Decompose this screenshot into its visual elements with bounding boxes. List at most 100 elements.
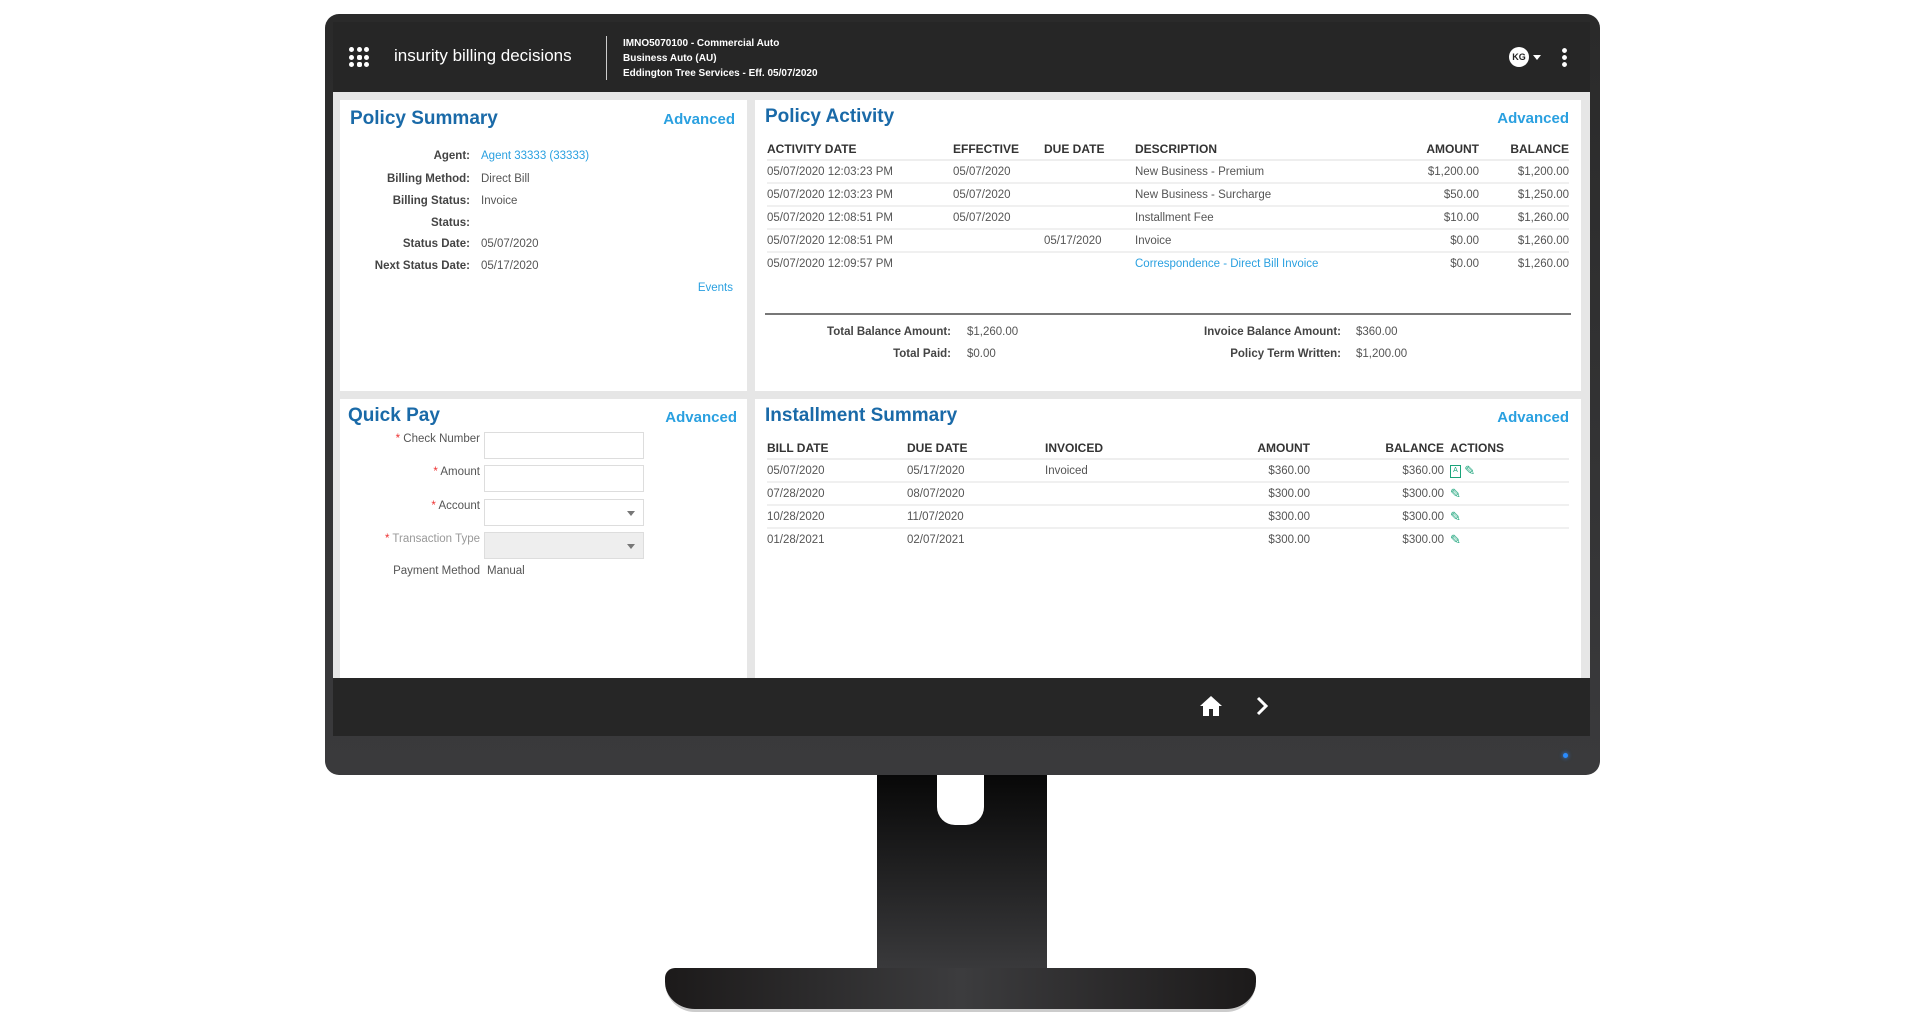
amount: $300.00 — [1268, 534, 1310, 546]
policy-activity-table: ACTIVITY DATE EFFECTIVE DUE DATE DESCRIPTIO… — [767, 138, 1569, 275]
bill-date: 01/28/2021 — [767, 534, 825, 546]
activity-date: 05/07/2020 12:03:23 PM — [767, 160, 953, 184]
effective — [953, 229, 1044, 253]
advanced-link[interactable]: Advanced — [663, 111, 735, 128]
col-amount[interactable]: AMOUNT — [1389, 138, 1479, 161]
actions-cell: A ✎ — [1444, 459, 1569, 483]
actions-cell: ✎ — [1444, 482, 1569, 506]
panel-title: Installment Summary — [765, 405, 958, 426]
effective: 05/07/2020 — [953, 160, 1044, 184]
table-header: ACTIVITY DATE EFFECTIVE DUE DATE DESCRIPTIO… — [767, 138, 1569, 161]
col-due-date[interactable]: DUE DATE — [907, 437, 1045, 460]
label-text: Account — [438, 500, 480, 512]
label-text: Check Number — [403, 433, 480, 445]
home-icon[interactable] — [1199, 695, 1223, 717]
description: Installment Fee — [1135, 206, 1389, 230]
amount: $10.00 — [1389, 206, 1479, 230]
effective: 05/07/2020 — [953, 183, 1044, 207]
monitor-stand-base — [665, 968, 1256, 1012]
balance: $300.00 — [1310, 482, 1444, 506]
events-link[interactable]: Events — [698, 282, 733, 294]
next-status-date-label: Next Status Date: — [374, 260, 470, 272]
advanced-link[interactable]: Advanced — [665, 409, 737, 426]
invoiced — [1045, 505, 1225, 529]
due-date: 02/07/2021 — [907, 534, 965, 546]
advanced-link[interactable]: Advanced — [1497, 409, 1569, 426]
amount-input[interactable] — [484, 465, 644, 492]
pdf-icon[interactable]: A — [1450, 464, 1461, 478]
table-row: 05/07/2020 12:03:23 PM 05/07/2020 New Busi… — [767, 183, 1569, 207]
app-header: insurity billing decisions IMNO5070100 -… — [333, 22, 1590, 92]
account-select[interactable] — [484, 499, 644, 526]
payment-method-value: Manual — [487, 565, 525, 577]
due-date: 05/17/2020 — [907, 459, 1045, 483]
amount: $300.00 — [1225, 482, 1310, 506]
edit-pencil-icon[interactable]: ✎ — [1450, 486, 1461, 501]
amount: $300.00 — [1225, 505, 1310, 529]
table-row: 05/07/2020 12:08:51 PM 05/07/2020 Installm… — [767, 206, 1569, 230]
col-due-date[interactable]: DUE DATE — [1044, 138, 1135, 161]
policy-activity-panel: Policy Activity Advanced ACTIVITY DATE EF… — [755, 100, 1581, 391]
invoiced: Invoiced — [1045, 459, 1225, 483]
transaction-type-label: * Transaction Type — [340, 533, 480, 545]
policy-number: IMNO5070100 - Commercial Auto — [623, 38, 780, 49]
billing-status-label: Billing Status: — [392, 195, 470, 207]
col-bill-date[interactable]: BILL DATE — [767, 437, 907, 460]
chevron-right-icon[interactable] — [1255, 696, 1269, 716]
activity-date: 05/07/2020 12:08:51 PM — [767, 206, 953, 230]
apps-grid-icon[interactable] — [349, 47, 369, 67]
policy-info: IMNO5070100 - Commercial Auto Business A… — [623, 36, 818, 81]
table-row: 10/28/2020 11/07/2020 $300.00 $300.00 ✎ — [767, 505, 1569, 529]
required-mark: * — [431, 500, 436, 512]
col-activity-date[interactable]: ACTIVITY DATE — [767, 138, 953, 161]
amount: $0.00 — [1450, 258, 1479, 270]
col-actions: ACTIONS — [1444, 437, 1569, 460]
edit-pencil-icon[interactable]: ✎ — [1464, 463, 1475, 478]
edit-pencil-icon[interactable]: ✎ — [1450, 509, 1461, 524]
activity-date: 05/07/2020 12:08:51 PM — [767, 229, 953, 253]
app-screen: insurity billing decisions IMNO5070100 -… — [333, 22, 1590, 736]
correspondence-link[interactable]: Correspondence - Direct Bill Invoice — [1135, 252, 1389, 275]
quick-pay-panel: Quick Pay Advanced * Check Number * Amou… — [340, 399, 747, 678]
term-written-value: $1,200.00 — [1356, 348, 1408, 360]
totals-divider — [765, 313, 1571, 315]
required-mark: * — [395, 433, 401, 445]
edit-pencil-icon[interactable]: ✎ — [1450, 532, 1461, 547]
effective: 05/07/2020 — [953, 206, 1044, 230]
description: New Business - Surcharge — [1135, 183, 1389, 207]
activity-date: 05/07/2020 12:03:23 PM — [767, 183, 953, 207]
total-balance-label: Total Balance Amount: — [827, 326, 951, 338]
balance: $300.00 — [1310, 505, 1444, 529]
col-description[interactable]: DESCRIPTION — [1135, 138, 1389, 161]
installment-summary-panel: Installment Summary Advanced BILL DATE DU… — [755, 399, 1581, 678]
check-number-input[interactable] — [484, 432, 644, 459]
app-name: insurity billing decisions — [394, 46, 572, 65]
effective — [953, 252, 1044, 275]
bill-date: 07/28/2020 — [767, 482, 907, 506]
col-amount[interactable]: AMOUNT — [1225, 437, 1310, 460]
monitor-stand-neck — [877, 775, 1047, 971]
col-invoiced[interactable]: INVOICED — [1045, 437, 1225, 460]
col-balance[interactable]: BALANCE — [1479, 138, 1569, 161]
balance: $1,200.00 — [1479, 160, 1569, 184]
installment-table: BILL DATE DUE DATE INVOICED AMOUNT BALANCE AC… — [767, 437, 1569, 551]
balance: $360.00 — [1310, 459, 1444, 483]
bill-date: 05/07/2020 — [767, 459, 907, 483]
label-text: Amount — [440, 466, 480, 478]
due-date: 05/17/2020 — [1044, 229, 1135, 253]
description: New Business - Premium — [1135, 160, 1389, 184]
next-status-date-value: 05/17/2020 — [481, 260, 539, 272]
user-menu[interactable]: KG — [1509, 47, 1541, 67]
transaction-type-select[interactable] — [484, 532, 644, 559]
billing-method-value: Direct Bill — [481, 173, 530, 185]
col-balance[interactable]: BALANCE — [1310, 437, 1444, 460]
advanced-link[interactable]: Advanced — [1497, 110, 1569, 127]
amount: $0.00 — [1389, 229, 1479, 253]
agent-link[interactable]: Agent 33333 (33333) — [481, 150, 589, 162]
app-footer — [333, 678, 1590, 736]
more-vert-icon[interactable] — [1562, 47, 1567, 67]
status-date-label: Status Date: — [402, 238, 470, 250]
col-effective[interactable]: EFFECTIVE — [953, 138, 1044, 161]
status-label: Status: — [431, 217, 470, 229]
due-date — [1044, 206, 1135, 230]
